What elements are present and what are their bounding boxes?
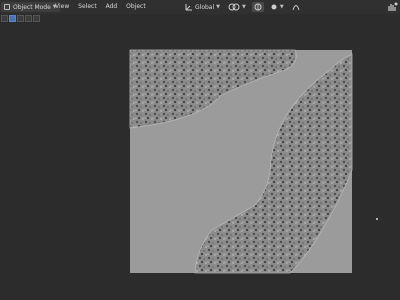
origin-dot	[376, 218, 378, 220]
3d-viewport[interactable]	[0, 0, 400, 300]
